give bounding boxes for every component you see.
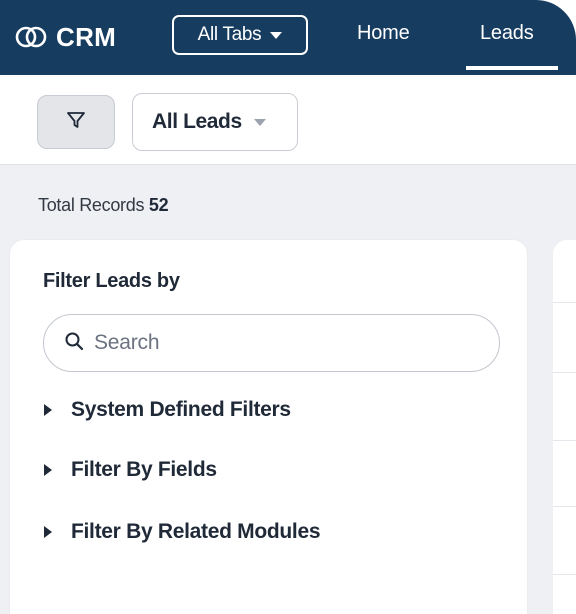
nav-tab-home[interactable]: Home (357, 22, 410, 45)
filter-group-label: System Defined Filters (71, 398, 291, 421)
active-tab-indicator (466, 66, 558, 70)
list-row-divider (553, 506, 576, 507)
filter-funnel-icon (65, 109, 87, 136)
view-select-value: All Leads (152, 110, 242, 133)
filter-panel: Filter Leads by Search System Defined Fi… (10, 240, 527, 614)
filter-group-by-fields[interactable]: Filter By Fields (44, 458, 217, 482)
caret-down-icon (253, 118, 266, 126)
caret-right-icon (44, 464, 52, 476)
filter-group-label: Filter By Related Modules (71, 520, 321, 543)
list-row-divider (553, 574, 576, 575)
total-records: Total Records 52 (38, 195, 169, 216)
filter-group-related-modules[interactable]: Filter By Related Modules (44, 520, 321, 544)
crm-window: CRM All Tabs Home Leads All Leads Total … (0, 0, 576, 614)
crm-logo-icon (14, 24, 48, 50)
list-row-divider (553, 440, 576, 441)
caret-down-icon (270, 31, 283, 39)
list-toolbar: All Leads (0, 75, 576, 165)
crm-logo[interactable]: CRM (14, 19, 116, 55)
search-placeholder: Search (94, 331, 160, 354)
all-tabs-dropdown[interactable]: All Tabs (172, 15, 308, 55)
filter-panel-title: Filter Leads by (43, 270, 180, 292)
list-row-divider (553, 302, 576, 303)
view-select-dropdown[interactable]: All Leads (132, 93, 298, 151)
filter-toggle-button[interactable] (37, 95, 115, 149)
search-icon (64, 331, 84, 356)
total-records-label: Total Records (38, 195, 145, 215)
all-tabs-label: All Tabs (197, 24, 262, 45)
records-list-panel (553, 240, 576, 614)
caret-right-icon (44, 526, 52, 538)
list-row-divider (553, 372, 576, 373)
filter-group-system-defined[interactable]: System Defined Filters (44, 398, 291, 422)
filter-group-label: Filter By Fields (71, 458, 217, 481)
caret-right-icon (44, 404, 52, 416)
top-navigation-bar: CRM All Tabs Home Leads (0, 0, 576, 75)
filter-search-input[interactable]: Search (43, 314, 500, 372)
nav-tab-leads[interactable]: Leads (480, 22, 534, 45)
app-name: CRM (56, 21, 117, 52)
total-records-count: 52 (148, 195, 169, 215)
